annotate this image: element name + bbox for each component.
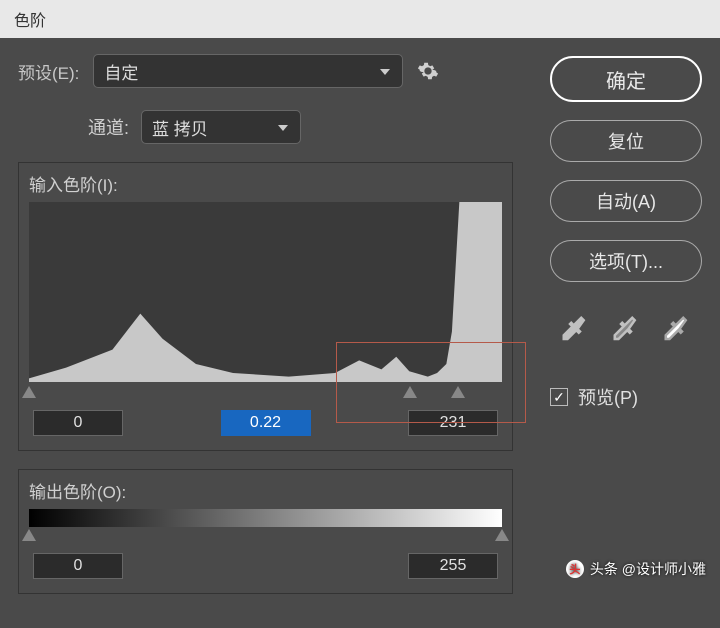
- highlight-annotation: [336, 342, 525, 423]
- input-levels-label: 输入色阶(I):: [29, 171, 502, 196]
- input-white-slider[interactable]: [451, 386, 465, 398]
- output-levels-label: 输出色阶(O):: [29, 478, 502, 503]
- gear-icon[interactable]: [417, 60, 439, 82]
- output-black-field[interactable]: [33, 553, 123, 579]
- dialog-title: 色阶: [14, 13, 46, 30]
- output-white-field[interactable]: [408, 553, 498, 579]
- reset-button[interactable]: 复位: [550, 120, 702, 162]
- channel-label: 通道:: [88, 114, 129, 140]
- preview-checkbox[interactable]: ✓: [550, 388, 568, 406]
- options-button[interactable]: 选项(T)...: [550, 240, 702, 282]
- preset-label: 预设(E):: [18, 59, 79, 84]
- output-white-slider[interactable]: [495, 529, 509, 541]
- preview-label: 预览(P): [578, 384, 638, 410]
- watermark-text: 头条 @设计师小雅: [590, 559, 706, 579]
- channel-value: 蓝 拷贝: [152, 120, 208, 139]
- title-bar: 色阶: [0, 0, 720, 38]
- channel-select[interactable]: 蓝 拷贝: [141, 110, 301, 144]
- watermark: 头 头条 @设计师小雅: [566, 559, 706, 579]
- preset-value: 自定: [104, 59, 138, 84]
- input-levels-section: 输入色阶(I):: [18, 162, 513, 451]
- watermark-icon: 头: [566, 560, 584, 578]
- preset-select[interactable]: 自定: [93, 54, 403, 88]
- histogram: [29, 202, 502, 382]
- eyedropper-black-icon[interactable]: [560, 314, 590, 344]
- eyedropper-gray-icon[interactable]: [611, 314, 641, 344]
- input-slider-track[interactable]: [29, 388, 502, 402]
- input-black-field[interactable]: [33, 410, 123, 436]
- output-slider-track[interactable]: [29, 531, 502, 545]
- ok-button[interactable]: 确定: [550, 56, 702, 102]
- input-gamma-field[interactable]: [221, 410, 311, 436]
- output-levels-section: 输出色阶(O):: [18, 469, 513, 594]
- eyedropper-white-icon[interactable]: [662, 314, 692, 344]
- input-gamma-slider[interactable]: [403, 386, 417, 398]
- auto-button[interactable]: 自动(A): [550, 180, 702, 222]
- output-gradient: [29, 509, 502, 527]
- input-black-slider[interactable]: [22, 386, 36, 398]
- output-black-slider[interactable]: [22, 529, 36, 541]
